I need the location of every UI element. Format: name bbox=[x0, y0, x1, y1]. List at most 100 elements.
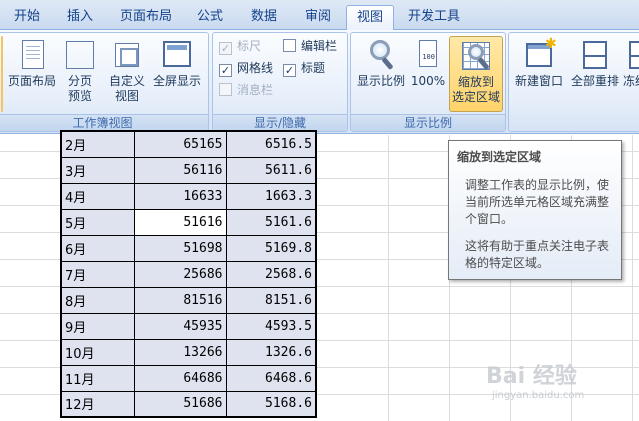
month-cell[interactable]: 11月 bbox=[60, 364, 135, 392]
percent-cell[interactable]: 2568.6 bbox=[225, 260, 317, 288]
value-cell[interactable]: 51686 bbox=[133, 390, 227, 418]
tab-data[interactable]: 数据 bbox=[240, 5, 288, 30]
full-screen-label: 全屏显示 bbox=[152, 74, 201, 88]
month-cell[interactable]: 3月 bbox=[60, 156, 135, 184]
freeze-panes-button[interactable]: 冻结 bbox=[623, 36, 639, 112]
magnifier-icon bbox=[365, 39, 397, 71]
zoom-to-selection-tooltip: 缩放到选定区域 调整工作表的显示比例，使当前所选单元格区域充满整个窗口。 这将有… bbox=[448, 140, 622, 280]
month-cell[interactable]: 6月 bbox=[60, 234, 135, 262]
value-cell[interactable]: 45935 bbox=[133, 312, 227, 340]
value-cell[interactable]: 25686 bbox=[133, 260, 227, 288]
new-window-label: 新建窗口 bbox=[514, 74, 563, 88]
ruler-label: 标尺 bbox=[237, 39, 262, 53]
table-row: 12月 51686 5168.6 bbox=[60, 390, 317, 418]
ribbon: 页面布局 分页 预览 自定义 视图 全屏显示 工作簿视图 ✓ 标尺 编辑栏 ✓ 网格… bbox=[0, 30, 639, 134]
ruler-checkbox[interactable]: ✓ 标尺 bbox=[219, 38, 261, 55]
checkbox-empty-icon bbox=[283, 39, 296, 52]
zoom-selection-icon bbox=[460, 40, 492, 72]
page-100-icon: 100 bbox=[412, 39, 444, 71]
freeze-label: 冻结 bbox=[623, 74, 639, 88]
zoom-100-label: 100% bbox=[410, 74, 446, 88]
month-cell[interactable]: 8月 bbox=[60, 286, 135, 314]
custom-views-icon bbox=[111, 39, 143, 71]
group-show-hide: ✓ 标尺 编辑栏 ✓ 网格线 ✓ 标题 消息栏 显示/隐藏 bbox=[212, 32, 348, 132]
percent-cell[interactable]: 5611.6 bbox=[225, 156, 317, 184]
grid-column-line bbox=[632, 135, 633, 421]
tab-page-layout[interactable]: 页面布局 bbox=[112, 5, 180, 30]
tab-formulas[interactable]: 公式 bbox=[186, 5, 234, 30]
zoom-button[interactable]: 显示比例 bbox=[355, 36, 407, 112]
value-cell[interactable]: 64686 bbox=[133, 364, 227, 392]
percent-cell[interactable]: 5168.6 bbox=[225, 390, 317, 418]
month-cell[interactable]: 2月 bbox=[60, 130, 135, 158]
table-row: 5月 51616 5161.6 bbox=[60, 208, 317, 236]
tab-review[interactable]: 审阅 bbox=[294, 5, 342, 30]
page-layout-view-button[interactable]: 页面布局 bbox=[6, 36, 58, 112]
watermark-logo: Bai 经验 bbox=[486, 364, 577, 389]
message-bar-label: 消息栏 bbox=[237, 83, 274, 97]
percent-cell[interactable]: 4593.5 bbox=[225, 312, 317, 340]
page-break-label-2: 预览 bbox=[67, 89, 92, 103]
new-window-button[interactable]: ✱ 新建窗口 bbox=[511, 36, 567, 112]
page-break-preview-button[interactable]: 分页 预览 bbox=[59, 36, 101, 112]
percent-cell[interactable]: 1663.3 bbox=[225, 182, 317, 210]
page-break-label-1: 分页 bbox=[67, 74, 92, 88]
percent-cell[interactable]: 5161.6 bbox=[225, 208, 317, 236]
zoom-100-button[interactable]: 100 100% bbox=[409, 36, 447, 112]
month-cell[interactable]: 5月 bbox=[60, 208, 135, 236]
headings-label: 标题 bbox=[301, 61, 326, 75]
arrange-all-button[interactable]: 全部重排 bbox=[567, 36, 623, 112]
value-cell[interactable]: 51698 bbox=[133, 234, 227, 262]
month-cell[interactable]: 10月 bbox=[60, 338, 135, 366]
table-row: 6月 51698 5169.8 bbox=[60, 234, 317, 262]
month-cell[interactable]: 12月 bbox=[60, 390, 135, 418]
zoom-to-selection-button[interactable]: 缩放到 选定区域 bbox=[449, 36, 503, 112]
grid-column-line bbox=[388, 135, 389, 421]
month-cell[interactable]: 4月 bbox=[60, 182, 135, 210]
arrange-all-icon bbox=[579, 39, 611, 71]
percent-cell[interactable]: 1326.6 bbox=[225, 338, 317, 366]
percent-cell[interactable]: 6468.6 bbox=[225, 364, 317, 392]
freeze-icon bbox=[627, 39, 639, 71]
tooltip-body-2: 这将有助于重点关注电子表格的特定区域。 bbox=[465, 239, 610, 270]
full-screen-icon bbox=[161, 39, 193, 71]
tab-insert[interactable]: 插入 bbox=[55, 5, 105, 30]
month-cell[interactable]: 7月 bbox=[60, 260, 135, 288]
gridlines-label: 网格线 bbox=[237, 61, 274, 75]
group-label-workbook-views: 工作簿视图 bbox=[0, 114, 208, 131]
table-row: 10月 13266 1326.6 bbox=[60, 338, 317, 366]
month-cell[interactable]: 9月 bbox=[60, 312, 135, 340]
value-cell[interactable]: 65165 bbox=[133, 130, 227, 158]
page-layout-icon bbox=[16, 39, 48, 71]
group-workbook-views: 页面布局 分页 预览 自定义 视图 全屏显示 工作簿视图 bbox=[0, 32, 209, 132]
value-cell[interactable]: 81516 bbox=[133, 286, 227, 314]
tab-view[interactable]: 视图 bbox=[346, 5, 394, 31]
percent-cell[interactable]: 8151.6 bbox=[225, 286, 317, 314]
group-zoom: 显示比例 100 100% 缩放到 选定区域 显示比例 bbox=[350, 32, 506, 132]
message-bar-checkbox[interactable]: 消息栏 bbox=[219, 82, 273, 99]
gridlines-checkbox[interactable]: ✓ 网格线 bbox=[219, 60, 273, 77]
zoom-to-selection-label-2: 选定区域 bbox=[451, 90, 500, 104]
value-cell[interactable]: 16633 bbox=[133, 182, 227, 210]
value-cell[interactable]: 13266 bbox=[133, 338, 227, 366]
tooltip-body: 调整工作表的显示比例，使当前所选单元格区域充满整个窗口。 bbox=[465, 178, 610, 226]
tab-home[interactable]: 开始 bbox=[4, 5, 50, 30]
full-screen-button[interactable]: 全屏显示 bbox=[149, 36, 205, 112]
tab-developer[interactable]: 开发工具 bbox=[402, 5, 466, 30]
ribbon-tab-bar: 开始 插入 页面布局 公式 数据 审阅 视图 开发工具 bbox=[0, 0, 639, 31]
group-window: ✱ 新建窗口 全部重排 冻结 bbox=[508, 32, 639, 132]
zoom-to-selection-label-1: 缩放到 bbox=[457, 75, 494, 89]
percent-cell[interactable]: 5169.8 bbox=[225, 234, 317, 262]
table-row: 4月 16633 1663.3 bbox=[60, 182, 317, 210]
group-label-show-hide: 显示/隐藏 bbox=[213, 114, 347, 131]
value-cell[interactable]: 56116 bbox=[133, 156, 227, 184]
selected-value-cell[interactable]: 51616 bbox=[133, 208, 227, 236]
formula-bar-checkbox[interactable]: 编辑栏 bbox=[283, 38, 337, 55]
percent-cell[interactable]: 6516.5 bbox=[225, 130, 317, 158]
data-table: 2月 65165 6516.5 3月 56116 5611.6 4月 16633 1663.3 5… bbox=[60, 130, 317, 418]
headings-checkbox[interactable]: ✓ 标题 bbox=[283, 60, 325, 77]
table-row: 11月 64686 6468.6 bbox=[60, 364, 317, 392]
custom-views-button[interactable]: 自定义 视图 bbox=[105, 36, 149, 112]
table-row: 8月 81516 8151.6 bbox=[60, 286, 317, 314]
table-row: 7月 25686 2568.6 bbox=[60, 260, 317, 288]
